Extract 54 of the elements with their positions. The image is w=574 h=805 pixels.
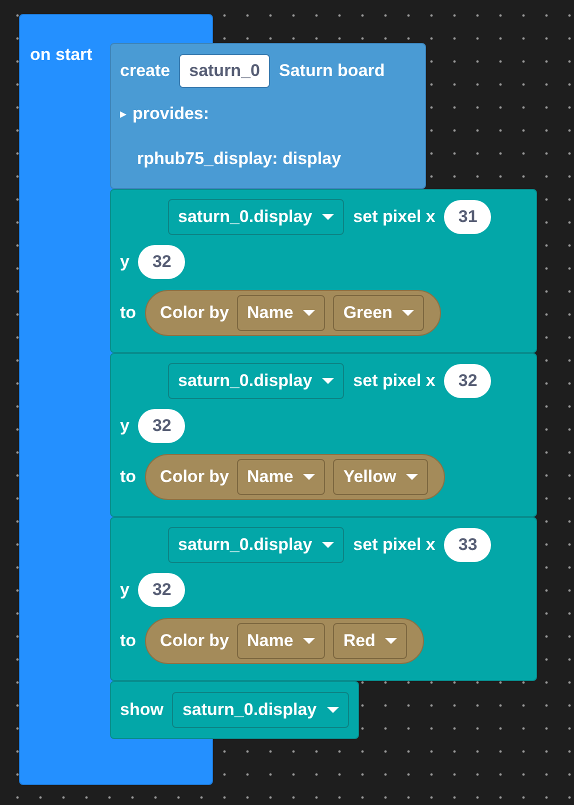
set-pixel-block[interactable]: saturn_0.display set pixel x 32 y 32 to Color by Name Yellow [110, 353, 537, 517]
create-block[interactable]: create saturn_0 Saturn board ▸ provides: rphub75_display: display [110, 43, 426, 189]
caret-icon [322, 542, 334, 548]
block-label: Color by [160, 303, 229, 323]
caret-icon [303, 638, 316, 644]
caret-icon [322, 378, 334, 384]
block-label: create [120, 61, 170, 81]
block-label: y [120, 252, 130, 272]
block-label: to [120, 631, 136, 651]
color-dropdown[interactable]: Red [333, 623, 408, 659]
mode-dropdown[interactable]: Name [237, 295, 326, 331]
caret-icon [406, 474, 418, 480]
target-dropdown[interactable]: saturn_0.display [168, 527, 344, 563]
block-label: on start [30, 45, 92, 65]
mode-dropdown[interactable]: Name [237, 459, 326, 495]
block-label: show [120, 700, 164, 720]
target-dropdown[interactable]: saturn_0.display [168, 199, 344, 235]
caret-icon [303, 474, 316, 480]
block-label: Color by [160, 467, 229, 487]
color-block[interactable]: Color by Name Red [145, 618, 424, 664]
show-block[interactable]: show saturn_0.display [110, 681, 359, 739]
block-label: Color by [160, 631, 229, 651]
number-field[interactable]: 33 [444, 528, 492, 562]
block-label: y [120, 580, 130, 600]
caret-icon [322, 214, 334, 220]
color-dropdown[interactable]: Yellow [333, 459, 428, 495]
block-label: set pixel x [353, 371, 436, 391]
caret-icon [303, 310, 316, 316]
number-field[interactable]: 31 [444, 200, 492, 234]
expand-toggle[interactable]: ▸ [120, 106, 127, 122]
number-field[interactable]: 32 [138, 409, 186, 443]
caret-icon [402, 310, 414, 316]
block-label: y [120, 416, 130, 436]
color-dropdown[interactable]: Green [333, 295, 424, 331]
block-label: set pixel x [353, 207, 436, 227]
block-label: rphub75_display: display [137, 149, 342, 169]
target-dropdown[interactable]: saturn_0.display [172, 692, 349, 728]
target-dropdown[interactable]: saturn_0.display [168, 363, 344, 399]
block-label: Saturn board [278, 61, 385, 81]
number-field[interactable]: 32 [138, 573, 186, 607]
set-pixel-block[interactable]: saturn_0.display set pixel x 31 y 32 to Color by Name Green [110, 189, 537, 353]
block-label: to [120, 303, 136, 323]
block-label: set pixel x [353, 535, 436, 555]
color-block[interactable]: Color by Name Green [145, 290, 442, 336]
color-block[interactable]: Color by Name Yellow [145, 454, 446, 500]
mode-dropdown[interactable]: Name [237, 623, 326, 659]
block-label: to [120, 467, 136, 487]
name-field[interactable]: saturn_0 [179, 54, 270, 88]
number-field[interactable]: 32 [444, 364, 492, 398]
set-pixel-block[interactable]: saturn_0.display set pixel x 33 y 32 to Color by Name Red [110, 517, 537, 681]
number-field[interactable]: 32 [138, 245, 186, 279]
caret-icon [326, 707, 339, 713]
caret-icon [385, 638, 398, 644]
block-label: provides: [132, 104, 210, 124]
